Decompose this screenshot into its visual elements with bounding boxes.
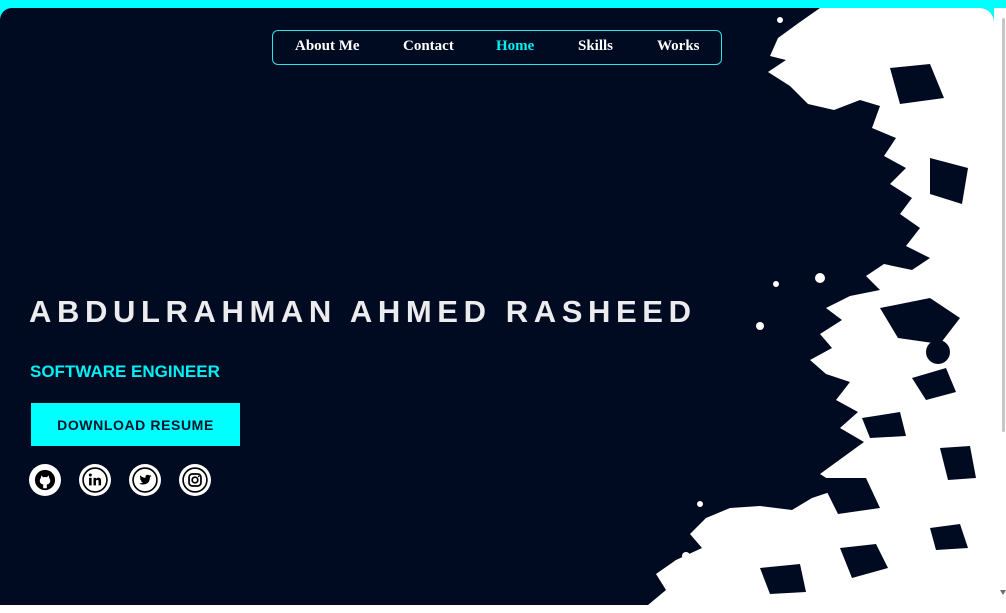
instagram-link[interactable]: [179, 464, 211, 496]
github-link[interactable]: [29, 464, 61, 496]
nav-item-home[interactable]: Home: [496, 38, 534, 55]
hero-name: ABDULRAHMAN AHMED RASHEED: [29, 294, 697, 329]
linkedin-icon: [82, 467, 108, 493]
nav-item-contact[interactable]: Contact: [403, 38, 454, 55]
twitter-link[interactable]: [129, 464, 161, 496]
nav-item-about-me[interactable]: About Me: [295, 38, 360, 55]
linkedin-link[interactable]: [79, 464, 111, 496]
scroll-down-arrow-icon[interactable]: [1000, 590, 1006, 595]
hero-section: About Me Contact Home Skills Works ABDUL…: [0, 8, 994, 605]
instagram-icon: [182, 467, 208, 493]
page-bottom-edge: [0, 605, 1006, 613]
twitter-icon: [132, 467, 158, 493]
scrollbar-thumb[interactable]: [1002, 18, 1005, 432]
hero-role: SOFTWARE ENGINEER: [30, 362, 220, 381]
github-icon: [34, 469, 56, 491]
nav-item-works[interactable]: Works: [657, 38, 700, 55]
nav-item-skills[interactable]: Skills: [578, 38, 613, 55]
download-resume-button[interactable]: DOWNLOAD RESUME: [31, 403, 240, 446]
main-navigation: About Me Contact Home Skills Works: [272, 30, 722, 65]
